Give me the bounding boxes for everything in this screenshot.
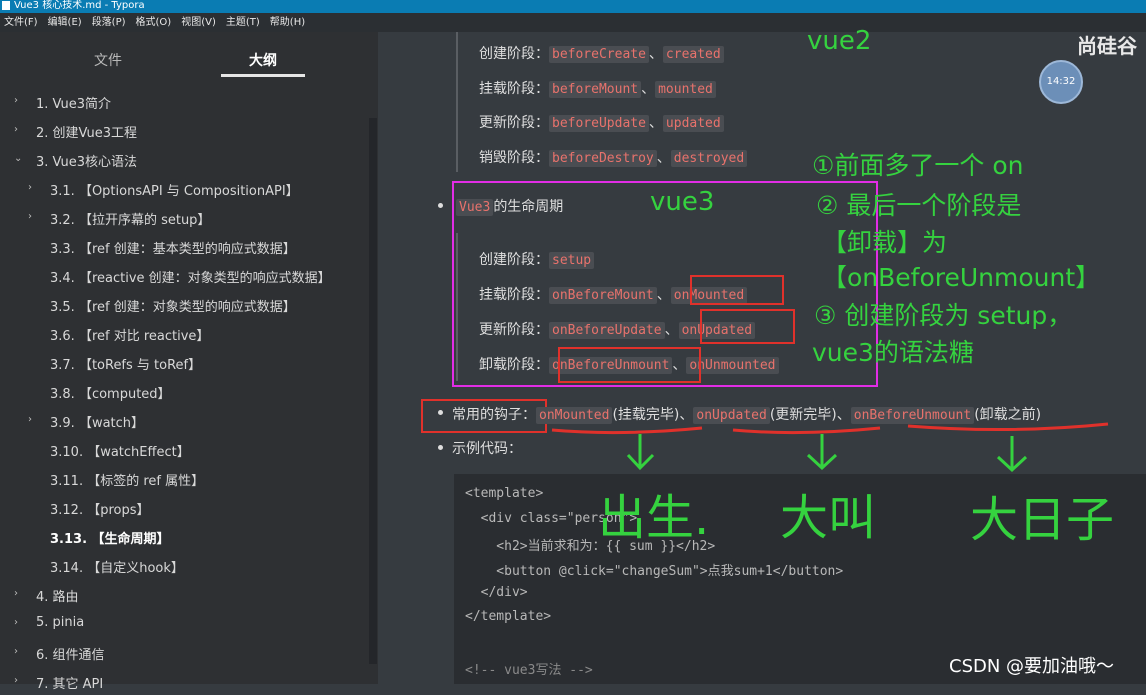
csdn-watermark: CSDN @要加油哦～	[949, 656, 1115, 677]
underline-onupdated	[732, 426, 881, 435]
annotation-big2: 大日子	[970, 492, 1115, 548]
arrow-down-icon	[806, 434, 838, 471]
hand-drawn-marks	[551, 422, 1109, 473]
arrow-down-icon	[626, 434, 655, 471]
floating-clock-widget[interactable]: 14:32	[1039, 60, 1083, 104]
arrow-down-icon	[996, 436, 1028, 473]
underline-onmounted	[551, 426, 703, 435]
underline-onbeforeunmount	[907, 422, 1109, 432]
annotation-big1: 大叫	[780, 490, 877, 546]
annotation-birth: 出生.	[598, 490, 710, 546]
brand-logo-text: 尚硅谷	[1077, 34, 1137, 58]
